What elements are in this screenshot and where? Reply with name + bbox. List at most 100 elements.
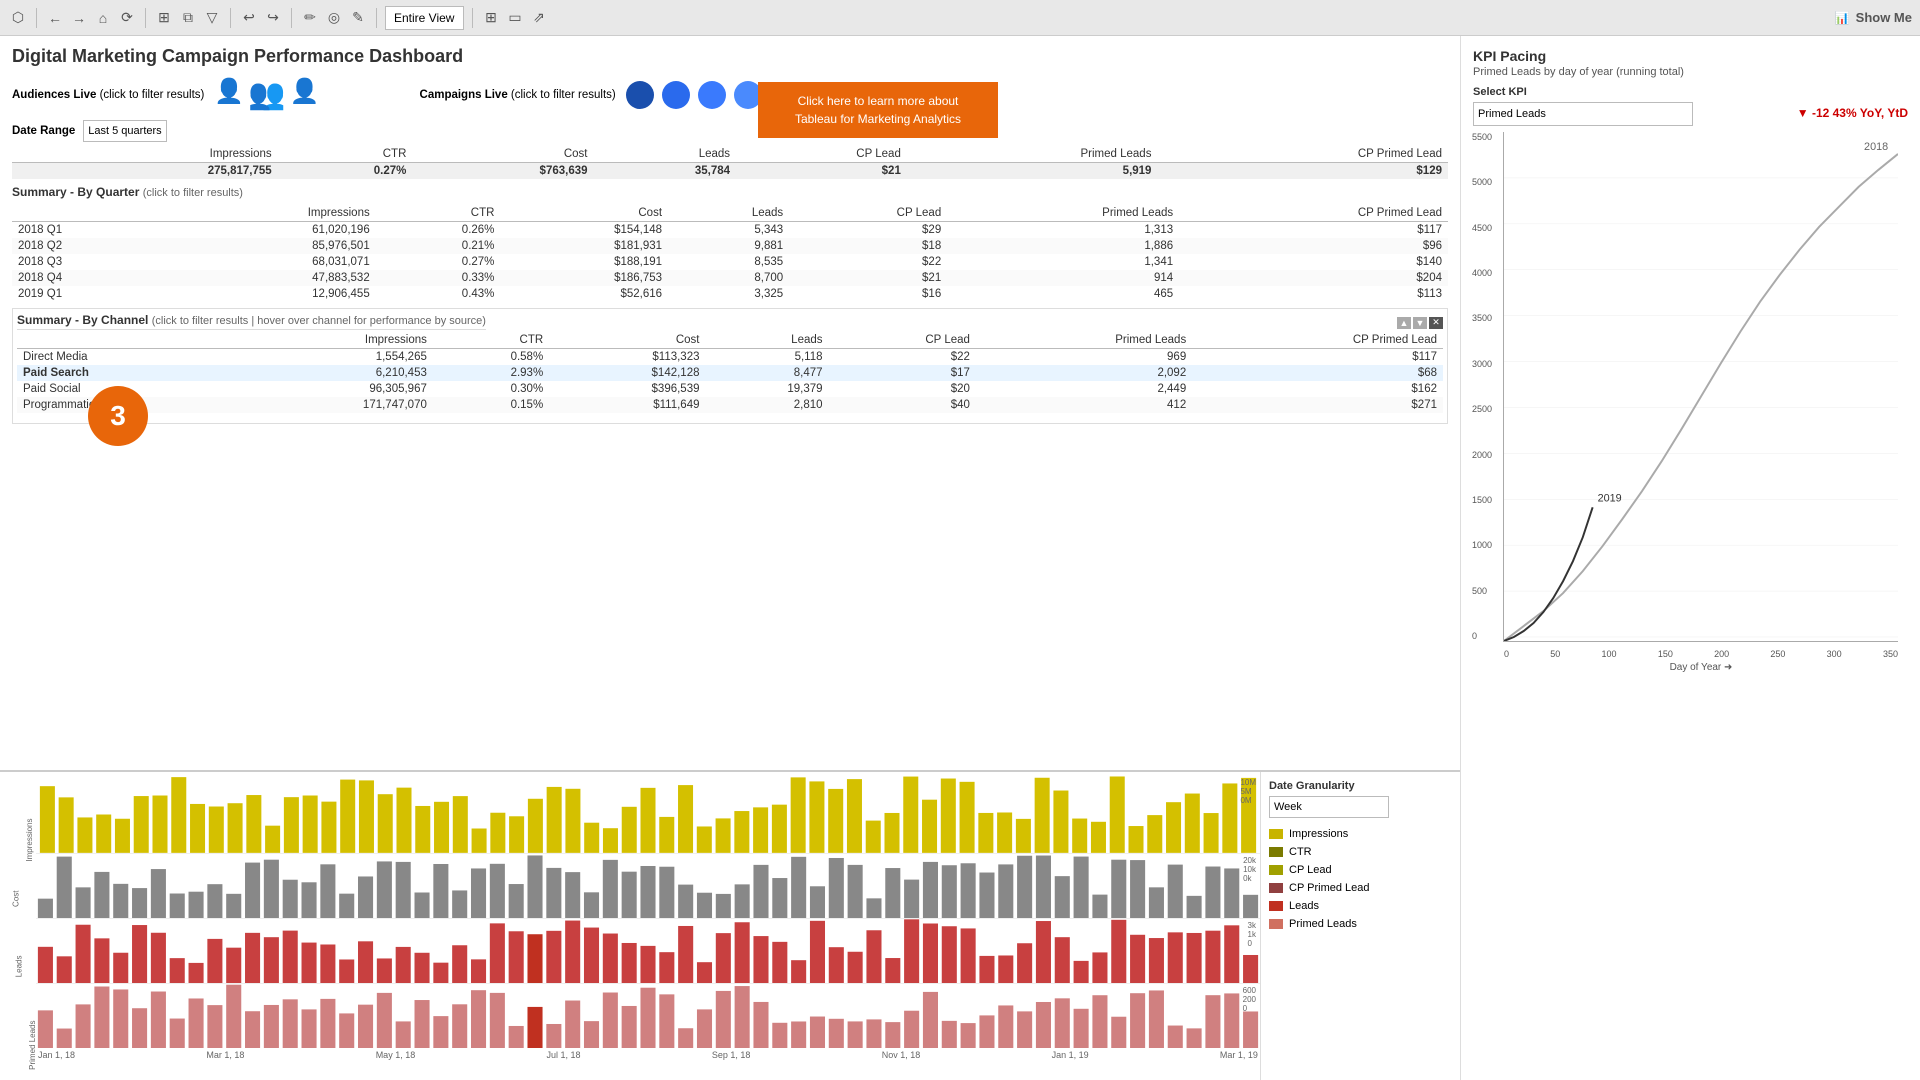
grid-icon[interactable]: ⊞ xyxy=(481,8,501,28)
quarter-row[interactable]: 2018 Q1 61,020,196 0.26% $154,148 5,343 … xyxy=(12,222,1448,239)
q-col-cp-lead: CP Lead xyxy=(789,205,947,222)
impressions-chart-svg xyxy=(38,776,1258,853)
q-cp-primed: $117 xyxy=(1179,222,1448,239)
legend-impressions: Impressions xyxy=(1269,828,1452,840)
total-primed-leads: 5,919 xyxy=(907,163,1158,180)
channel-header: Summary - By Channel (click to filter re… xyxy=(17,313,486,330)
channel-close-btn[interactable]: ✕ xyxy=(1429,317,1443,329)
back-icon[interactable]: ← xyxy=(45,8,65,28)
ch-ctr: 2.93% xyxy=(433,365,549,381)
q-cp-lead: $29 xyxy=(789,222,947,239)
ch-cp-lead: $40 xyxy=(829,397,976,413)
campaign-dot-2[interactable] xyxy=(662,81,690,109)
ch-impressions: 6,210,453 xyxy=(235,365,433,381)
channel-row[interactable]: Direct Media 1,554,265 0.58% $113,323 5,… xyxy=(17,349,1443,366)
q-cp-lead: $21 xyxy=(789,270,947,286)
ch-impressions: 171,747,070 xyxy=(235,397,433,413)
q-cost: $154,148 xyxy=(500,222,668,239)
forward-icon[interactable]: → xyxy=(69,8,89,28)
total-impressions: 275,817,755 xyxy=(48,163,277,180)
q-cp-primed: $113 xyxy=(1179,286,1448,302)
quarter-row[interactable]: 2019 Q1 12,906,455 0.43% $52,616 3,325 $… xyxy=(12,286,1448,302)
q-ctr: 0.43% xyxy=(376,286,501,302)
y-3000: 3000 xyxy=(1472,359,1492,369)
channel-row[interactable]: Paid Search 6,210,453 2.93% $142,128 8,4… xyxy=(17,365,1443,381)
toolbar: ⬡ ← → ⌂ ⟳ ⊞ ⧉ ▽ ↩ ↪ ✏ ◎ ✎ Entire View ⊞ … xyxy=(0,0,1920,36)
chart-area: Impressions 10M5M0M Cost xyxy=(0,770,1460,1080)
q-leads: 3,325 xyxy=(668,286,789,302)
toolbar-divider-6 xyxy=(472,8,473,28)
tooltip-icon[interactable]: ◎ xyxy=(324,8,344,28)
ch-impressions: 1,554,265 xyxy=(235,349,433,366)
quarter-row[interactable]: 2018 Q3 68,031,071 0.27% $188,191 8,535 … xyxy=(12,254,1448,270)
view-selector[interactable]: Entire View xyxy=(385,6,464,30)
ch-cp-primed: $271 xyxy=(1192,397,1443,413)
q-impressions: 47,883,532 xyxy=(169,270,376,286)
campaign-dot-3[interactable] xyxy=(698,81,726,109)
quarter-row[interactable]: 2018 Q4 47,883,532 0.33% $186,753 8,700 … xyxy=(12,270,1448,286)
channel-scroll-down[interactable]: ▼ xyxy=(1413,317,1427,329)
ch-col-empty xyxy=(17,332,235,349)
date-gran-select[interactable]: Week Day Month xyxy=(1269,796,1389,818)
live-row: Audiences Live (click to filter results)… xyxy=(12,77,1448,112)
y-1500: 1500 xyxy=(1472,495,1492,505)
quarter-row[interactable]: 2018 Q2 85,976,501 0.21% $181,931 9,881 … xyxy=(12,238,1448,254)
campaigns-section[interactable]: Campaigns Live (click to filter results) xyxy=(420,81,762,109)
ch-col-primed: Primed Leads xyxy=(976,332,1192,349)
channel-table[interactable]: Impressions CTR Cost Leads CP Lead Prime… xyxy=(17,332,1443,413)
share-icon[interactable]: ⇗ xyxy=(529,8,549,28)
summary-quarter-header: Summary - By Quarter (click to filter re… xyxy=(12,185,1448,199)
annotate-icon[interactable]: ✎ xyxy=(348,8,368,28)
redo-icon[interactable]: ↪ xyxy=(263,8,283,28)
q-cost: $186,753 xyxy=(500,270,668,286)
cta-button[interactable]: Click here to learn more about Tableau f… xyxy=(758,82,998,138)
ch-cp-lead: $22 xyxy=(829,349,976,366)
x-50: 50 xyxy=(1550,649,1560,659)
toolbar-divider-4 xyxy=(291,8,292,28)
show-me-label[interactable]: Show Me xyxy=(1856,10,1912,25)
refresh-icon[interactable]: ⟳ xyxy=(117,8,137,28)
ch-cp-lead: $20 xyxy=(829,381,976,397)
ch-leads: 19,379 xyxy=(706,381,829,397)
legend-label-ctr: CTR xyxy=(1289,846,1312,858)
show-me-icon: 📊 xyxy=(1835,11,1850,25)
ch-cp-primed: $162 xyxy=(1192,381,1443,397)
summary-quarter-table[interactable]: Impressions CTR Cost Leads CP Lead Prime… xyxy=(12,205,1448,302)
channel-row[interactable]: Programmatic 171,747,070 0.15% $111,649 … xyxy=(17,397,1443,413)
y-label-leads: Leads xyxy=(14,955,23,977)
ch-primed: 2,449 xyxy=(976,381,1192,397)
desktop-icon[interactable]: ▭ xyxy=(505,8,525,28)
q-col-impressions: Impressions xyxy=(169,205,376,222)
summary-by-quarter-section: Summary - By Quarter (click to filter re… xyxy=(12,185,1448,302)
date-range-select[interactable]: Last 5 quarters xyxy=(83,120,167,142)
highlight-icon[interactable]: ✏ xyxy=(300,8,320,28)
campaign-dot-1[interactable] xyxy=(626,81,654,109)
ch-cp-primed: $117 xyxy=(1192,349,1443,366)
col-header-impressions: Impressions xyxy=(48,146,277,163)
view-icon[interactable]: ⊞ xyxy=(154,8,174,28)
y-3500: 3500 xyxy=(1472,313,1492,323)
q-cost: $188,191 xyxy=(500,254,668,270)
duplicate-icon[interactable]: ⧉ xyxy=(178,8,198,28)
ch-ctr: 0.15% xyxy=(433,397,549,413)
y-5000: 5000 xyxy=(1472,177,1492,187)
filter-icon[interactable]: ▽ xyxy=(202,8,222,28)
kpi-dropdown[interactable]: Primed Leads Leads Impressions CTR xyxy=(1473,102,1693,126)
y-2500: 2500 xyxy=(1472,404,1492,414)
campaign-dots xyxy=(626,81,762,109)
audiences-section[interactable]: Audiences Live (click to filter results)… xyxy=(12,77,320,112)
audience-icons: 👤 👥 👤 xyxy=(214,77,319,112)
channel-scroll-up[interactable]: ▲ xyxy=(1397,317,1411,329)
legend-color-ctr xyxy=(1269,847,1283,857)
ch-cost: $396,539 xyxy=(549,381,705,397)
cost-scale: 20k10k0k xyxy=(1243,856,1256,883)
channel-row[interactable]: Paid Social 96,305,967 0.30% $396,539 19… xyxy=(17,381,1443,397)
kpi-2018-label: 2018 xyxy=(1864,141,1888,153)
y-4000: 4000 xyxy=(1472,268,1492,278)
undo-icon[interactable]: ↩ xyxy=(239,8,259,28)
impressions-scale: 10M5M0M xyxy=(1240,778,1256,805)
show-me-section: 📊 Show Me xyxy=(1835,10,1912,25)
kpi-title: KPI Pacing xyxy=(1473,48,1908,64)
home-icon[interactable]: ⌂ xyxy=(93,8,113,28)
ch-leads: 8,477 xyxy=(706,365,829,381)
